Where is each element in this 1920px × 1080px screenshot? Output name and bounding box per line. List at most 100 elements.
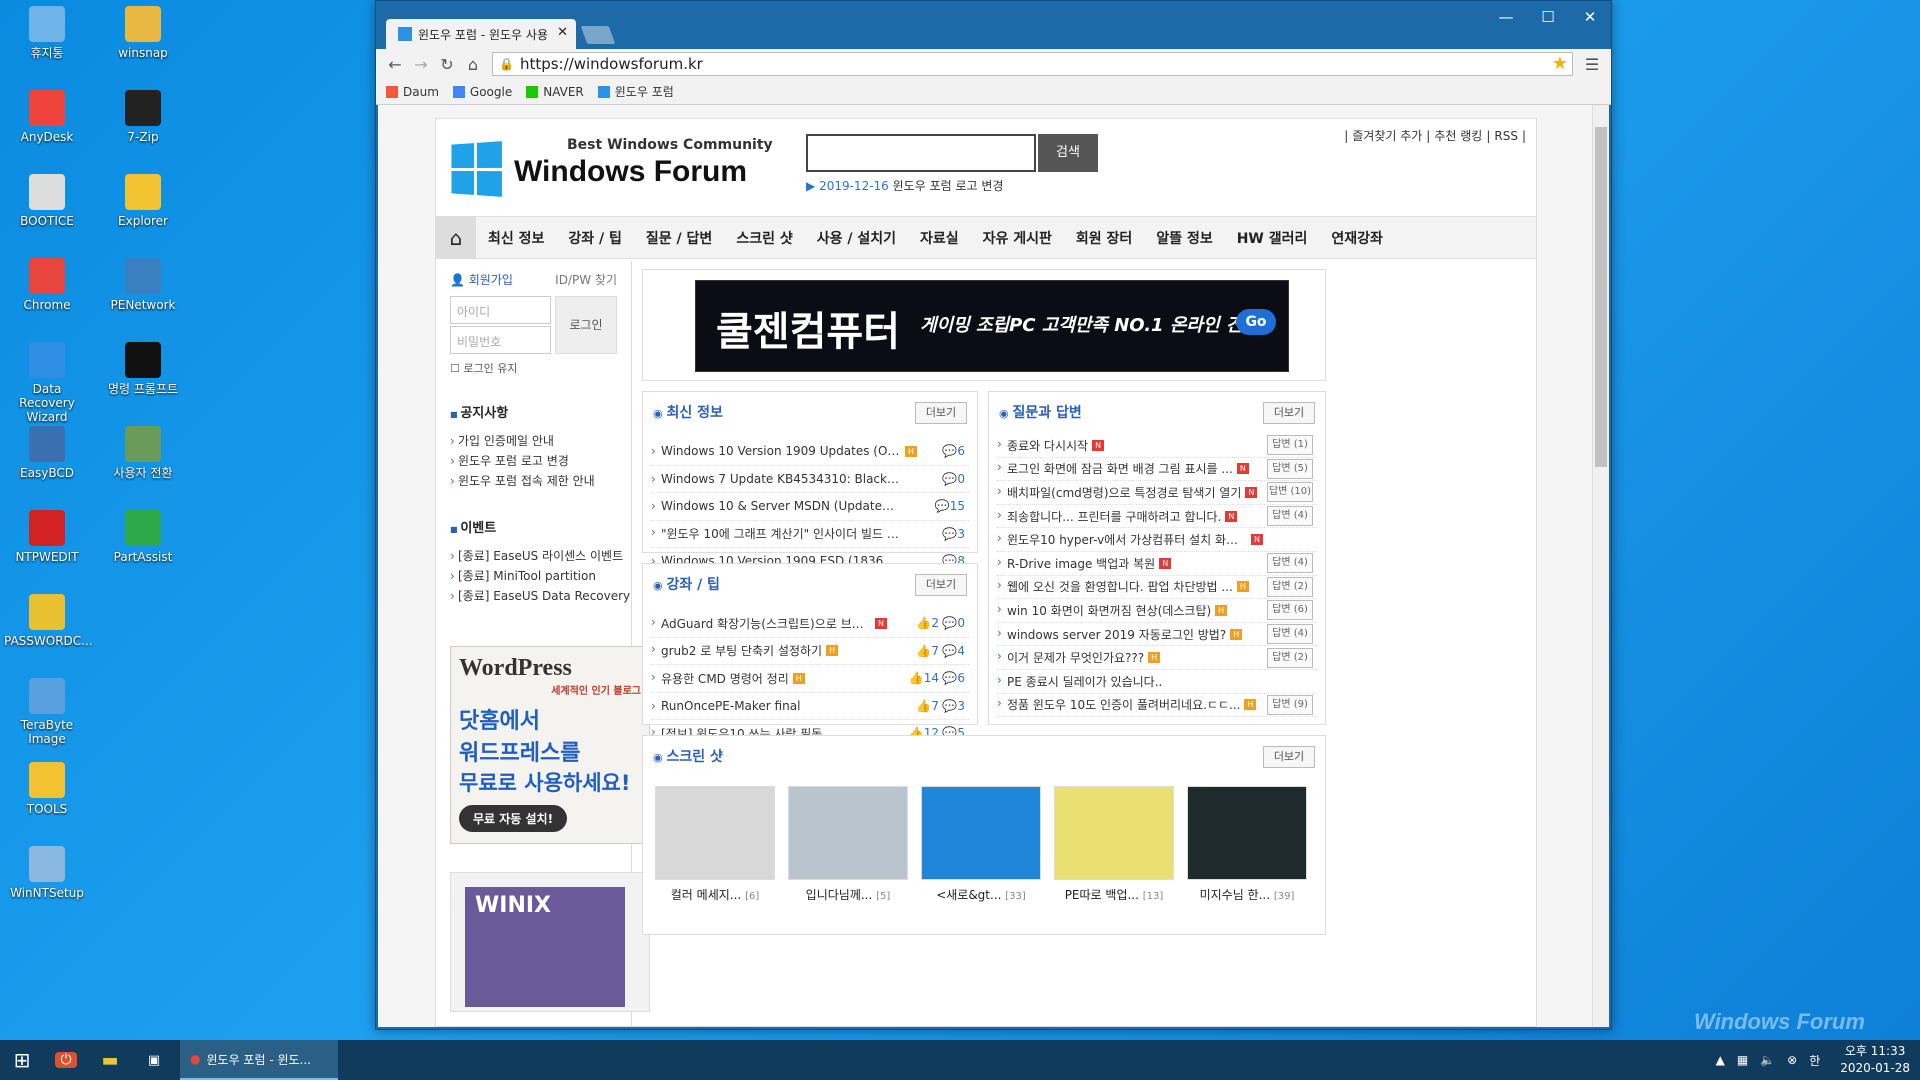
cmd-taskbar-icon[interactable]: ▣ bbox=[132, 1040, 176, 1080]
post-title[interactable]: 배치파일(cmd명령)으로 특정경로 탐색기 열기 bbox=[997, 484, 1241, 501]
post-title[interactable]: Windows 10 Version 1909 Updates (OS Buil… bbox=[651, 444, 901, 458]
shots-title[interactable]: 스크린 샷 bbox=[653, 746, 722, 766]
nav-item[interactable]: 알뜰 정보 bbox=[1144, 228, 1224, 248]
answer-count-badge[interactable]: 답변 (10) bbox=[1267, 482, 1313, 503]
qa-title[interactable]: 질문과 답변 bbox=[999, 402, 1081, 422]
list-item[interactable]: RunOncePE-Maker final 👍7💬3 bbox=[651, 693, 969, 720]
post-title[interactable]: 종료와 다시시작 bbox=[997, 437, 1088, 454]
find-account-link[interactable]: ID/PW 찾기 bbox=[555, 271, 617, 288]
forward-icon[interactable]: → bbox=[408, 55, 434, 74]
notices-item[interactable]: 윈도우 포럼 로고 변경 bbox=[450, 451, 617, 471]
answer-count-badge[interactable]: 답변 (9) bbox=[1267, 694, 1313, 715]
desktop-icon[interactable]: winsnap bbox=[100, 6, 186, 60]
screenshot-image[interactable] bbox=[1054, 786, 1174, 880]
site-logo[interactable]: Best Windows Community Windows Forum bbox=[449, 137, 773, 197]
list-item[interactable]: AdGuard 확장기능(스크립트)으로 브라우저에... N 👍2💬0 bbox=[651, 610, 969, 638]
minimize-button[interactable]: — bbox=[1485, 5, 1527, 29]
list-item[interactable]: "윈도우 10에 그래프 계산기" 인사이더 빌드 1954... 💬3 bbox=[651, 521, 969, 548]
start-button-icon[interactable]: ⊞ bbox=[0, 1040, 44, 1080]
home-icon[interactable]: ⌂ bbox=[460, 55, 486, 74]
bookmark-item[interactable]: Daum bbox=[386, 85, 439, 99]
color-icon[interactable]: ▦ bbox=[1737, 1053, 1748, 1067]
browser-tab[interactable]: 윈도우 포럼 - 윈도우 사용 ✕ bbox=[386, 19, 576, 49]
desktop-icon[interactable]: WinNTSetup bbox=[4, 846, 90, 900]
taskbar-chrome-app[interactable]: ● 윈도우 포럼 - 윈도... bbox=[180, 1040, 338, 1080]
login-button[interactable]: 로그인 bbox=[555, 296, 617, 354]
post-title[interactable]: 죄송합니다... 프린터를 구매하려고 합니다. bbox=[997, 508, 1221, 525]
volume-icon[interactable]: 🔈 bbox=[1760, 1053, 1775, 1067]
list-item[interactable]: Windows 10 & Server MSDN (Updated Januar… bbox=[651, 493, 969, 521]
desktop-icon[interactable]: Data Recovery Wizard bbox=[4, 342, 90, 424]
search-button[interactable]: 검색 bbox=[1038, 134, 1098, 172]
bookmark-item[interactable]: Google bbox=[452, 85, 512, 99]
desktop-icon[interactable]: AnyDesk bbox=[4, 90, 90, 144]
post-title[interactable]: win 10 화면이 화면꺼짐 현상(데스크탑) bbox=[997, 602, 1211, 619]
tips-title[interactable]: 강좌 / 팁 bbox=[653, 574, 720, 594]
post-title[interactable]: Windows 7 Update KB4534310: Black Deskto… bbox=[651, 472, 901, 486]
post-title[interactable]: 유용한 CMD 명령어 정리 bbox=[651, 670, 789, 687]
desktop-icon[interactable]: TeraByte Image bbox=[4, 678, 90, 746]
ad-go-button[interactable]: Go bbox=[1236, 309, 1276, 335]
list-item[interactable]: R-Drive image 백업과 복원 N 답변 (4) bbox=[997, 552, 1317, 576]
answer-count-badge[interactable]: 답변 (4) bbox=[1267, 553, 1313, 574]
screenshot-image[interactable] bbox=[788, 786, 908, 880]
list-item[interactable]: 배치파일(cmd명령)으로 특정경로 탐색기 열기 N 답변 (10) bbox=[997, 481, 1317, 505]
screenshot-thumb[interactable]: PE따로 백업... [13] bbox=[1054, 786, 1174, 903]
list-item[interactable]: 종료와 다시시작 N 답변 (1) bbox=[997, 434, 1317, 458]
list-item[interactable]: PE 종료시 딜레이가 있습니다.. bbox=[997, 670, 1317, 694]
power-icon[interactable]: ⏻ bbox=[44, 1040, 88, 1080]
post-title[interactable]: 윈도우10 hyper-v에서 가상컴퓨터 설치 화면... bbox=[997, 531, 1247, 548]
password-field[interactable]: 비밀번호 bbox=[450, 326, 551, 354]
close-button[interactable]: ✕ bbox=[1569, 5, 1611, 29]
maximize-button[interactable]: ☐ bbox=[1527, 5, 1569, 29]
post-title[interactable]: PE 종료시 딜레이가 있습니다.. bbox=[997, 673, 1162, 690]
desktop-icon[interactable]: 휴지통 bbox=[4, 6, 90, 60]
tips-more-button[interactable]: 더보기 bbox=[915, 574, 967, 596]
screenshot-thumb[interactable]: 컬러 메세지... [6] bbox=[655, 786, 775, 903]
notices-item[interactable]: 윈도우 포럼 접속 제한 안내 bbox=[450, 471, 617, 491]
answer-count-badge[interactable]: 답변 (4) bbox=[1267, 506, 1313, 527]
ad-banner[interactable]: 쿨젠컴퓨터 게이밍 조립PC 고객만족 NO.1 온라인 견적 Go bbox=[695, 280, 1289, 372]
list-item[interactable]: 로그인 화면에 잠금 화면 배경 그림 표시를 ...N 답변 (5) bbox=[997, 458, 1317, 482]
nav-item[interactable]: 질문 / 답변 bbox=[634, 228, 724, 248]
ime-icon[interactable]: 한 bbox=[1809, 1052, 1820, 1069]
list-item[interactable]: 유용한 CMD 명령어 정리H 👍14💬6 bbox=[651, 665, 969, 693]
screenshot-thumb[interactable]: 미지수님 한... [39] bbox=[1187, 786, 1307, 903]
network-off-icon[interactable]: ⊗ bbox=[1787, 1053, 1797, 1067]
answer-count-badge[interactable]: 답변 (5) bbox=[1267, 458, 1313, 479]
bookmark-item[interactable]: 윈도우 포럼 bbox=[597, 83, 674, 100]
search-input[interactable] bbox=[806, 134, 1036, 172]
desktop-icon[interactable]: EasyBCD bbox=[4, 426, 90, 480]
home-nav-icon[interactable]: ⌂ bbox=[436, 216, 476, 259]
answer-count-badge[interactable]: 답변 (6) bbox=[1267, 600, 1313, 621]
screenshot-thumb[interactable]: 입니다님께... [5] bbox=[788, 786, 908, 903]
desktop-icon[interactable]: 7-Zip bbox=[100, 90, 186, 144]
close-tab-icon[interactable]: ✕ bbox=[557, 25, 568, 40]
list-item[interactable]: Windows 10 Version 1909 Updates (OS Buil… bbox=[651, 438, 969, 466]
tray-arrow-icon[interactable]: ▲ bbox=[1716, 1053, 1725, 1067]
list-item[interactable]: win 10 화면이 화면꺼짐 현상(데스크탑) H 답변 (6) bbox=[997, 599, 1317, 623]
post-title[interactable]: AdGuard 확장기능(스크립트)으로 브라우저에... bbox=[651, 615, 871, 632]
header-notice[interactable]: ▶ 2019-12-16 윈도우 포럼 로고 변경 bbox=[806, 177, 1003, 194]
list-item[interactable]: Windows 7 Update KB4534310: Black Deskto… bbox=[651, 466, 969, 493]
answer-count-badge[interactable]: 답변 (2) bbox=[1267, 576, 1313, 597]
desktop-icon[interactable]: TOOLS bbox=[4, 762, 90, 816]
post-title[interactable]: windows server 2019 자동로그인 방법? bbox=[997, 626, 1226, 643]
screenshot-image[interactable] bbox=[921, 786, 1041, 880]
winix-banner[interactable]: WINIX bbox=[450, 872, 650, 1012]
shots-more-button[interactable]: 더보기 bbox=[1263, 746, 1315, 768]
answer-count-badge[interactable]: 답변 (1) bbox=[1267, 435, 1313, 456]
nav-item[interactable]: 사용 / 설치기 bbox=[805, 228, 908, 248]
reload-icon[interactable]: ↻ bbox=[434, 55, 460, 74]
title-bar[interactable]: 윈도우 포럼 - 윈도우 사용 ✕ — ☐ ✕ bbox=[376, 1, 1611, 49]
nav-item[interactable]: 회원 장터 bbox=[1064, 228, 1144, 248]
bookmark-star-icon[interactable]: ★ bbox=[1552, 53, 1568, 75]
scrollbar-thumb[interactable] bbox=[1595, 127, 1607, 467]
latest-more-button[interactable]: 더보기 bbox=[915, 402, 967, 424]
post-title[interactable]: 웹에 오신 것을 환영합니다. 팝업 차단방법 ... bbox=[997, 578, 1233, 595]
id-field[interactable]: 아이디 bbox=[450, 296, 551, 324]
qa-more-button[interactable]: 더보기 bbox=[1263, 402, 1315, 424]
desktop-icon[interactable]: PartAssist bbox=[100, 510, 186, 564]
desktop-icon[interactable]: BOOTICE bbox=[4, 174, 90, 228]
new-tab-button[interactable] bbox=[580, 26, 616, 44]
